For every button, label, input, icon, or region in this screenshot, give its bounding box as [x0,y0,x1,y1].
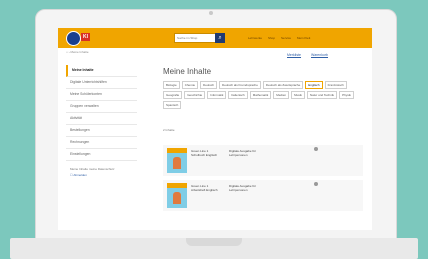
sidebar-item[interactable]: Rechnungen [66,137,137,149]
nav-item[interactable]: Mein Klett [297,36,310,40]
page-title: Meine Inhalte [163,67,212,76]
search-icon: ⌕ [218,35,222,41]
logo-text: Kl [81,33,90,41]
camera-dot [209,11,213,15]
filter-chip[interactable]: Deutsch als Fremdsprache [219,81,261,89]
subject-filters: Biologie Chemie Deutsch Deutsch als Frem… [163,81,363,109]
sidebar-item[interactable]: Bestellungen [66,125,137,137]
nav-item[interactable]: Service [281,36,291,40]
filter-chip[interactable]: Spanisch [163,101,182,109]
card-description: Digitale Ausgabe für Lehrpersonen [229,184,256,192]
sidebar-item[interactable]: Aktivität [66,113,137,125]
sidebar-item[interactable]: Meine Schülerkonten [66,89,137,101]
book-cover [167,148,187,173]
header-bar: Kl ⌕ Lehrwerke Shop Service Mein Klett [58,28,372,48]
cart-link[interactable]: Warenkorb [311,53,328,57]
filter-chip[interactable]: Geografie [163,91,183,99]
book-cover [167,183,187,208]
top-nav: Lehrwerke Shop Service Mein Klett [248,36,310,40]
filter-chip-selected[interactable]: Englisch [305,81,323,89]
laptop-notch [186,238,242,246]
filter-chip[interactable]: Mathematik [249,91,272,99]
breadcrumb[interactable]: ⌂ › Meine Inhalte [66,50,89,54]
sidebar-item[interactable]: Digitale Unterrichtshilfen [66,77,137,89]
results-count: 2 Inhalte [163,128,175,132]
filter-chip[interactable]: Chemie [181,81,199,89]
card-title[interactable]: Green Line 1 Arbeitsheft Englisch [191,184,221,192]
utility-links: Merkliste Warenkorb [287,53,328,57]
filter-chip[interactable]: Französisch [324,81,347,89]
content-card[interactable]: Green Line 1 Schulbuch Englisch Digitale… [163,145,363,176]
nav-item[interactable]: Shop [268,36,275,40]
more-icon[interactable] [314,147,318,151]
filter-chip[interactable]: Deutsch als Zweitsprache [262,81,304,89]
browser-screen: Kl ⌕ Lehrwerke Shop Service Mein Klett ⌂… [58,28,372,230]
logo[interactable] [66,31,81,46]
filter-chip[interactable]: Biologie [163,81,180,89]
filter-chip[interactable]: Medien [273,91,290,99]
logout-link[interactable]: ☐ Abmelden [66,173,137,177]
search-input[interactable] [174,33,216,43]
sidebar-item[interactable]: Einstellungen [66,149,137,161]
filter-chip[interactable]: Geschichte [184,91,206,99]
more-icon[interactable] [314,182,318,186]
filter-chip[interactable]: Physik [339,91,354,99]
sidebar: Meine Inhalte Digitale Unterrichtshilfen… [66,65,137,177]
sidebar-note: Meine Inhalte meine Datenschutz [70,167,115,171]
filter-chip[interactable]: Natur und Technik [306,91,338,99]
filter-chip[interactable]: Italienisch [228,91,248,99]
sidebar-item[interactable]: Gruppen verwalten [66,101,137,113]
filter-chip[interactable]: Deutsch [200,81,218,89]
sidebar-item-my-content[interactable]: Meine Inhalte [66,65,137,77]
filter-chip[interactable]: Musik [291,91,305,99]
merkliste-link[interactable]: Merkliste [287,53,301,57]
content-card[interactable]: Green Line 1 Arbeitsheft Englisch Digita… [163,180,363,211]
filter-chip[interactable]: Informatik [207,91,227,99]
card-description: Digitale Ausgabe für Lehrpersonen [229,149,256,157]
card-title[interactable]: Green Line 1 Schulbuch Englisch [191,149,221,157]
search-button[interactable]: ⌕ [215,33,225,43]
nav-item[interactable]: Lehrwerke [248,36,262,40]
